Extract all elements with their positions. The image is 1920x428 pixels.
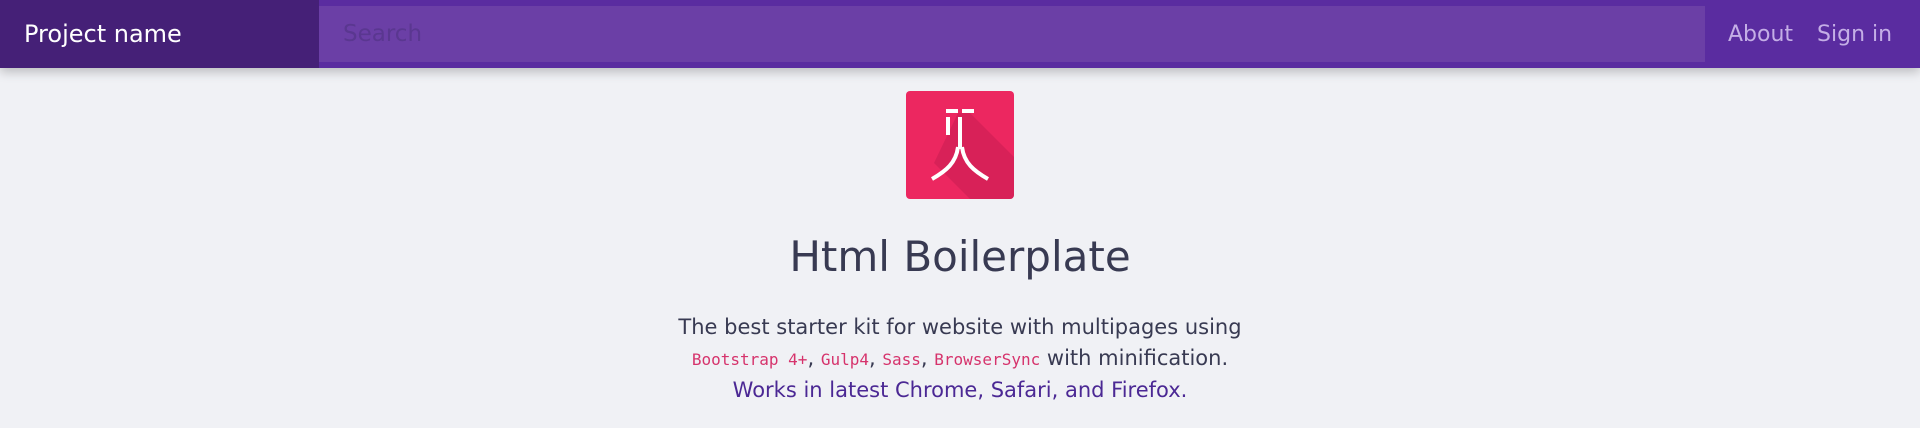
tech-gulp: Gulp4 [820,350,869,369]
logo-graphic [906,91,1014,199]
search-input[interactable] [319,6,1705,62]
tech-browsersync: BrowserSync [934,350,1041,369]
nav-link-sign-in[interactable]: Sign in [1817,22,1892,47]
top-navbar: Project name About Sign in [0,0,1920,68]
nav-links: About Sign in [1705,0,1892,68]
lead-line-2: Bootstrap 4+, Gulp4, Sass, BrowserSync w… [0,343,1920,375]
boilerplate-logo-icon [906,91,1014,199]
browser-support-text: Works in latest Chrome, Safari, and Fire… [732,378,1188,402]
tech-sass: Sass [882,350,921,369]
brand-link[interactable]: Project name [0,0,319,68]
lead-line-2-suffix: with minification. [1046,346,1229,370]
page-title: Html Boilerplate [789,232,1131,281]
tech-separator: , [868,346,876,370]
tech-separator: , [807,346,815,370]
search-container [319,0,1705,68]
nav-link-about[interactable]: About [1728,22,1793,47]
tech-bootstrap: Bootstrap 4+ [691,350,808,369]
lead-line-1: The best starter kit for website with mu… [678,315,1242,339]
lead-text: The best starter kit for website with mu… [0,312,1920,406]
tech-separator: , [920,346,928,370]
